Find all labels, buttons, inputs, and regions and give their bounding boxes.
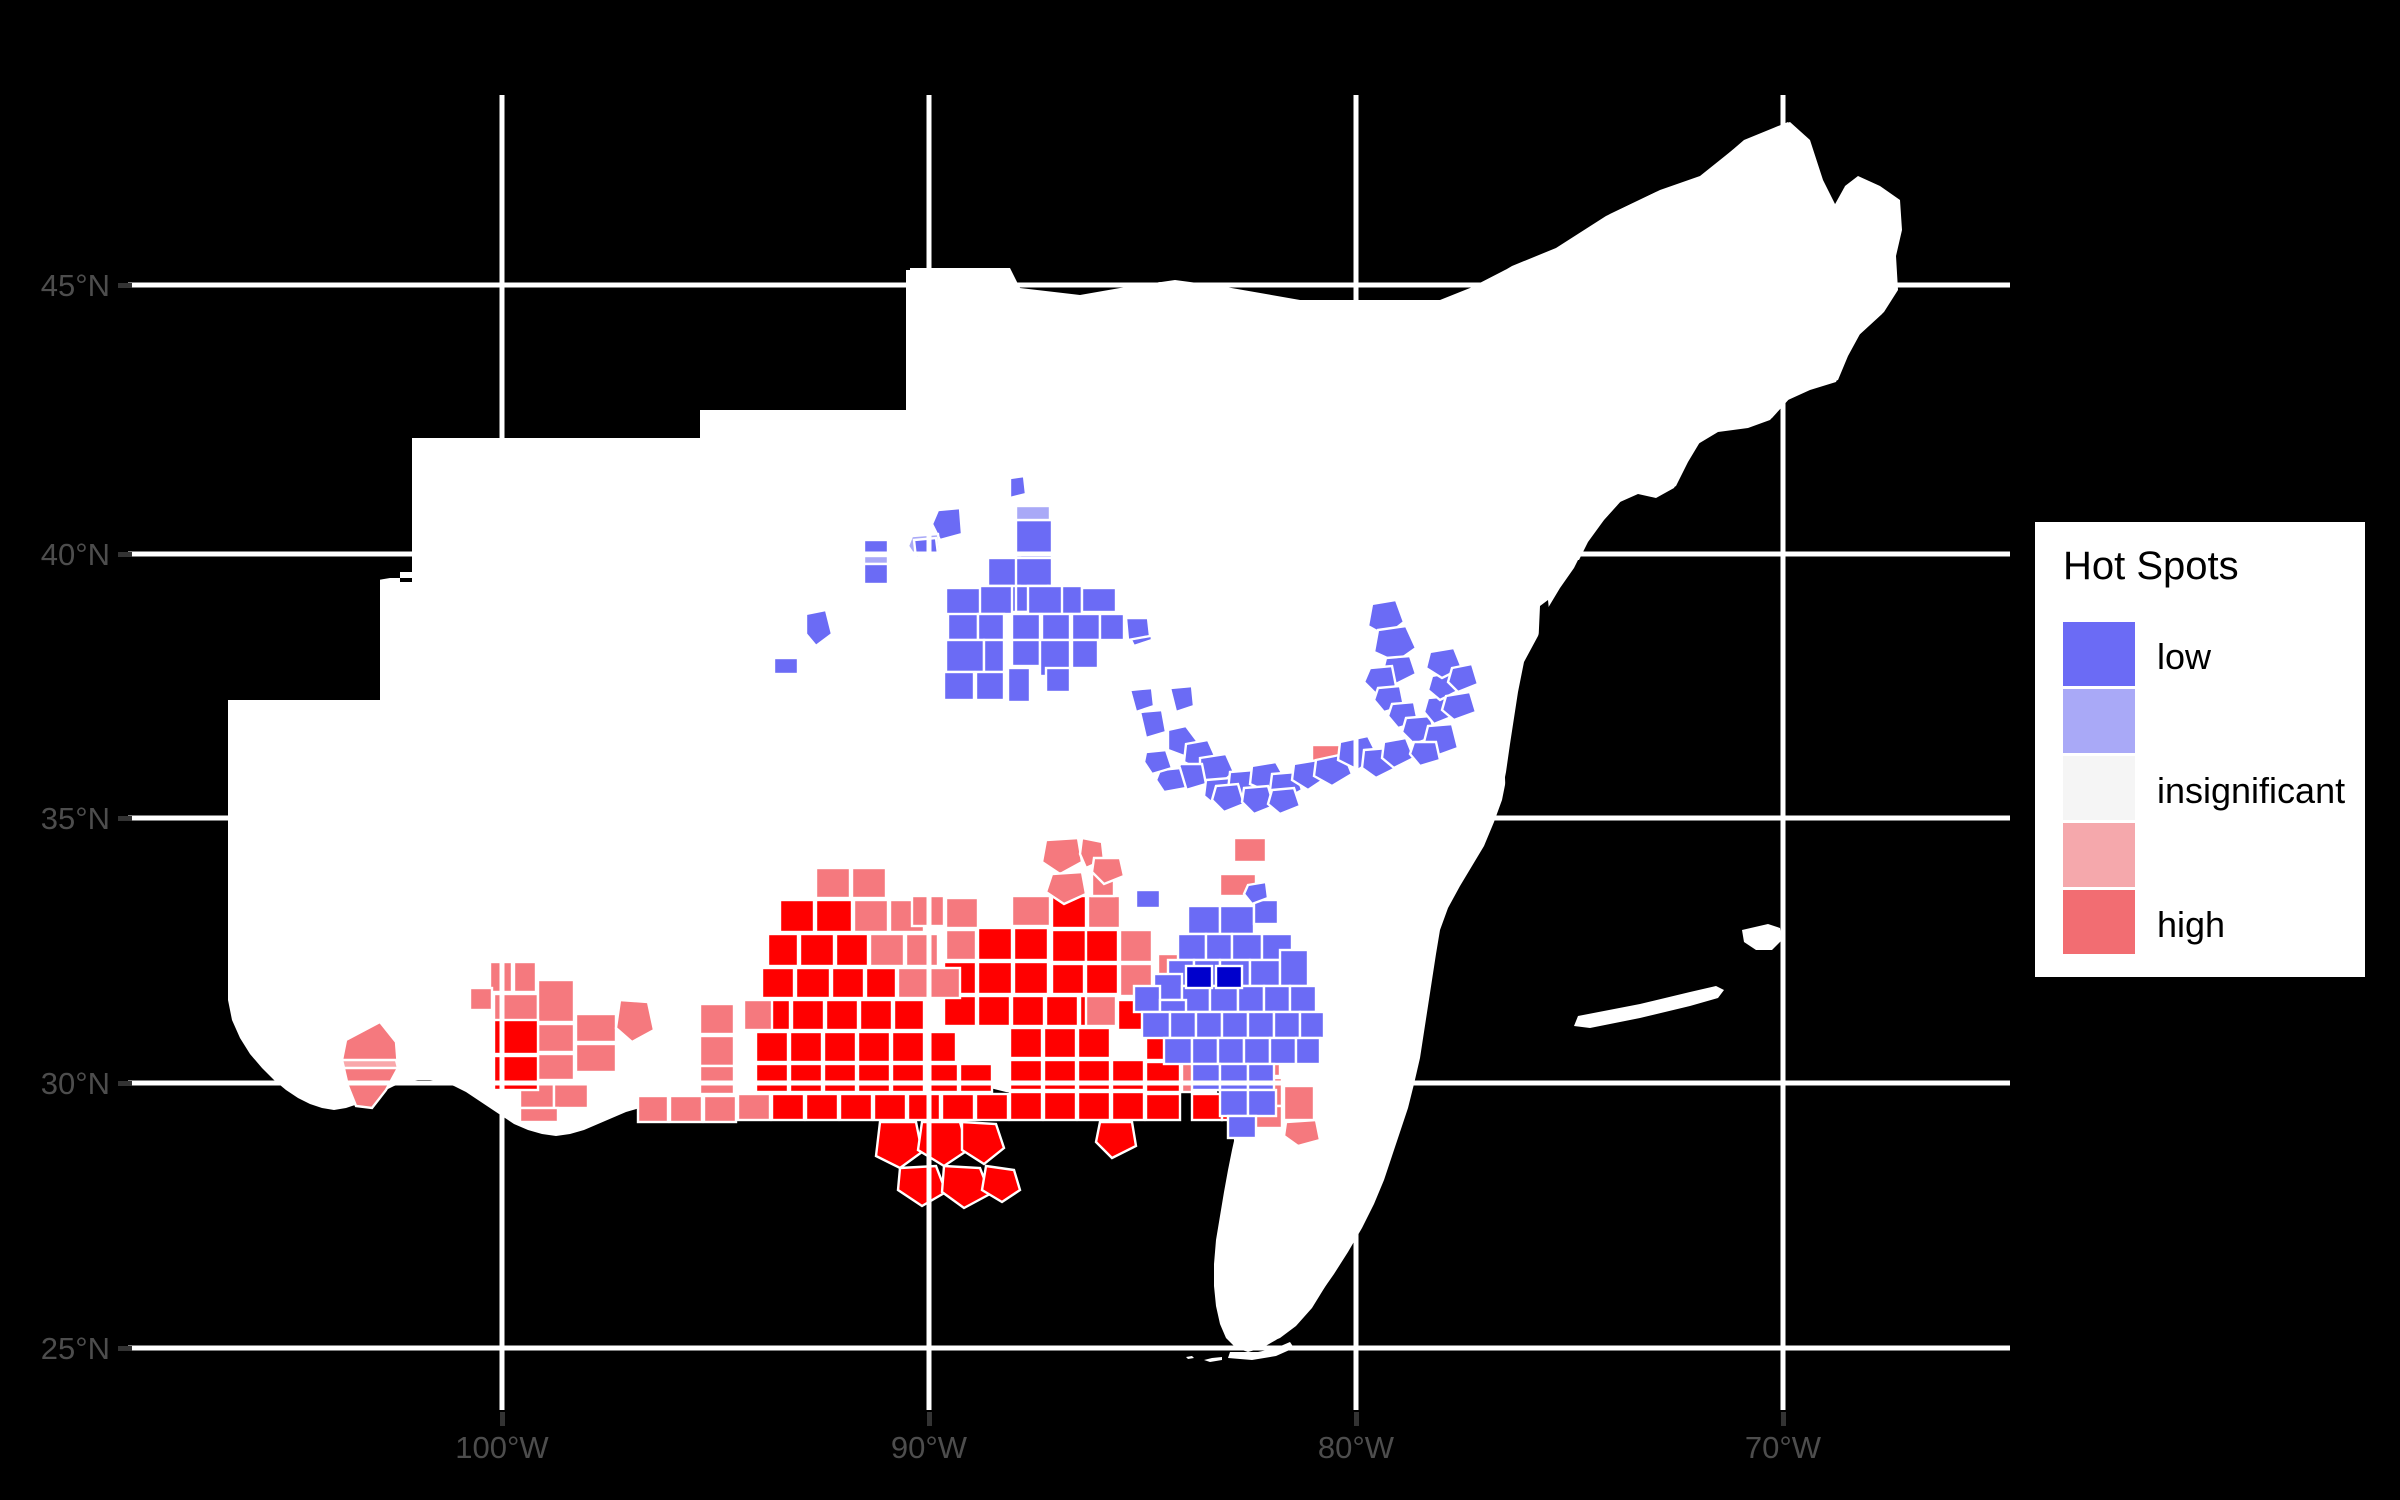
y-tickmark-30N bbox=[118, 1081, 132, 1086]
x-tick-label-70W: 70°W bbox=[1744, 1430, 1822, 1465]
y-tickmark-40N bbox=[118, 552, 132, 557]
x-tickmark-70W bbox=[1781, 1412, 1786, 1426]
x-tick-label-80W: 80°W bbox=[1317, 1430, 1395, 1465]
legend-label-insignificant: insignificant bbox=[2157, 770, 2346, 811]
legend-swatch-high[interactable] bbox=[2063, 890, 2135, 954]
map-figure: 45°N 40°N 35°N 30°N 25°N 100°W 90°W 80°W… bbox=[0, 0, 2400, 1500]
x-tick-label-100W: 100°W bbox=[455, 1430, 549, 1465]
y-tick-label-30N: 30°N bbox=[40, 1066, 110, 1101]
y-tick-label-40N: 40°N bbox=[40, 537, 110, 572]
legend-label-low: low bbox=[2157, 636, 2212, 677]
y-tickmark-35N bbox=[118, 816, 132, 821]
y-tick-label-45N: 45°N bbox=[40, 268, 110, 303]
legend-title: Hot Spots bbox=[2063, 544, 2239, 588]
legend-panel: Hot Spots low insignificant high bbox=[2035, 522, 2365, 977]
legend-swatch-low-mid[interactable] bbox=[2063, 689, 2135, 753]
y-tickmark-25N bbox=[118, 1346, 132, 1351]
legend-label-high: high bbox=[2157, 904, 2226, 945]
x-tickmark-80W bbox=[1354, 1412, 1359, 1426]
legend-swatch-insignificant[interactable] bbox=[2063, 756, 2135, 820]
x-tickmark-100W bbox=[500, 1412, 505, 1426]
legend-swatch-low[interactable] bbox=[2063, 622, 2135, 686]
x-tickmark-90W bbox=[927, 1412, 932, 1426]
x-tick-label-90W: 90°W bbox=[890, 1430, 968, 1465]
y-tick-label-35N: 35°N bbox=[40, 801, 110, 836]
legend-swatch-high-mid[interactable] bbox=[2063, 823, 2135, 887]
y-tick-label-25N: 25°N bbox=[40, 1331, 110, 1366]
y-tickmark-45N bbox=[118, 283, 132, 288]
